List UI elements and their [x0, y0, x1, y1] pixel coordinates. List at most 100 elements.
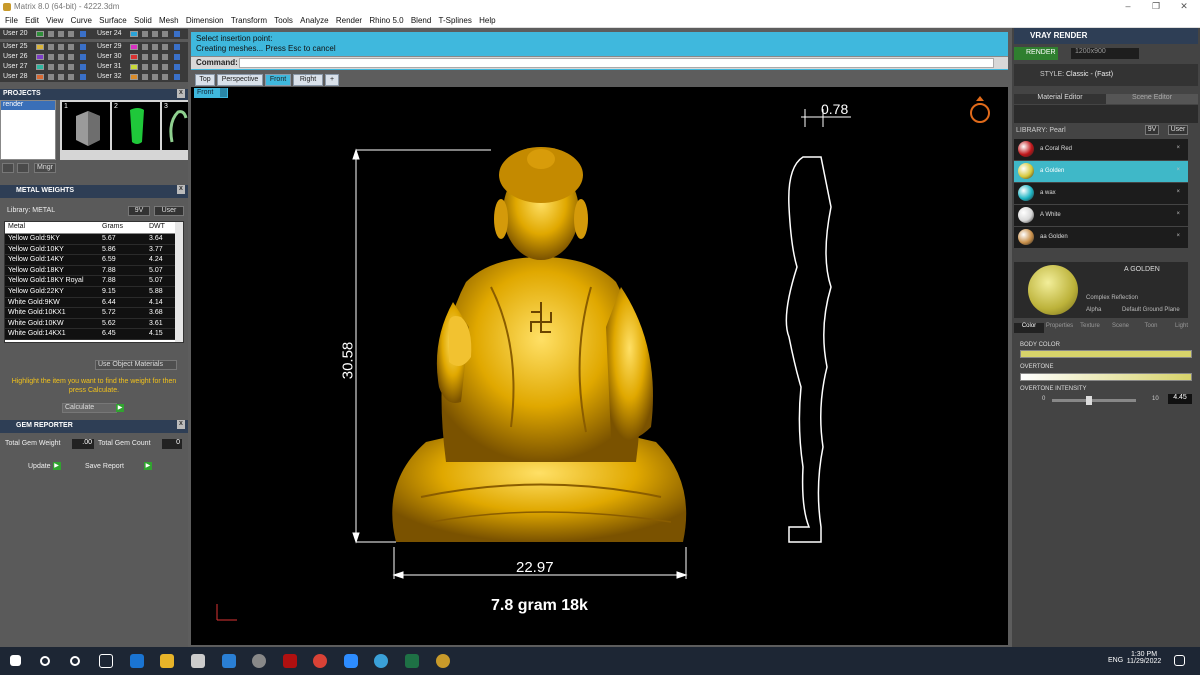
menu-render[interactable]: Render	[336, 16, 362, 25]
table-row[interactable]: Yellow Gold:14KY 6.59 4.24	[5, 255, 175, 266]
menu-tools[interactable]: Tools	[274, 16, 293, 25]
layer-row[interactable]: User 29	[94, 42, 188, 52]
menu-surface[interactable]: Surface	[99, 16, 127, 25]
tab-material-editor[interactable]: Material Editor	[1014, 94, 1106, 104]
table-row[interactable]: Yellow Gold:18KY 7.88 5.07	[5, 265, 175, 277]
zoom-icon[interactable]	[344, 654, 358, 668]
close-icon[interactable]: x	[177, 420, 185, 429]
layer-toggle-icon[interactable]	[142, 44, 148, 50]
excel-icon[interactable]	[405, 654, 419, 668]
buddha-model[interactable]	[392, 147, 687, 542]
close-icon[interactable]: x	[177, 89, 185, 98]
layer-lock-icon[interactable]	[80, 44, 86, 50]
store-icon[interactable]	[191, 654, 205, 668]
edge-icon[interactable]	[130, 654, 144, 668]
menu-curve[interactable]: Curve	[71, 16, 92, 25]
calculate-button[interactable]: Calculate	[62, 403, 117, 413]
tab-scene-editor[interactable]: Scene Editor	[1106, 94, 1198, 104]
layer-toggle-icon[interactable]	[142, 54, 148, 60]
thumbnail-3[interactable]: 3	[162, 102, 188, 150]
intensity-thumb[interactable]	[1086, 396, 1093, 405]
layer-toggle-icon[interactable]	[58, 54, 64, 60]
ground-plane-dropdown[interactable]: Default Ground Plane	[1122, 307, 1180, 313]
browser-icon[interactable]	[374, 654, 388, 668]
table-row[interactable]: Yellow Gold:9KY 5.67 3.64	[5, 234, 175, 245]
menu-blend[interactable]: Blend	[411, 16, 431, 25]
layer-toggle-icon[interactable]	[152, 44, 158, 50]
tab-color[interactable]: Color	[1014, 323, 1044, 333]
windows-start-icon[interactable]	[10, 655, 21, 666]
up-project-button[interactable]	[17, 163, 29, 173]
layer-toggle-icon[interactable]	[68, 64, 74, 70]
layer-lock-icon[interactable]	[174, 74, 180, 80]
menu-dimension[interactable]: Dimension	[186, 16, 224, 25]
layer-toggle-icon[interactable]	[68, 31, 74, 37]
layer-lock-icon[interactable]	[80, 64, 86, 70]
menu-rhino[interactable]: Rhino 5.0	[369, 16, 403, 25]
mail-icon[interactable]	[222, 654, 236, 668]
layer-color-swatch[interactable]	[130, 54, 138, 60]
layer-color-swatch[interactable]	[130, 31, 138, 37]
tab-properties[interactable]: Properties	[1045, 323, 1075, 333]
tab-front[interactable]: Front	[265, 74, 291, 86]
matrix-app-icon[interactable]	[436, 654, 450, 668]
table-row[interactable]: White Gold:10KW 5.62 3.61	[5, 318, 175, 330]
rhino-icon[interactable]	[252, 654, 266, 668]
layer-toggle-icon[interactable]	[58, 31, 64, 37]
ring-icon[interactable]	[970, 96, 990, 123]
layer-toggle-icon[interactable]	[142, 74, 148, 80]
material-item[interactable]: a Coral Red ×	[1014, 139, 1188, 160]
project-item[interactable]: render	[1, 101, 55, 110]
file-explorer-icon[interactable]	[160, 654, 174, 668]
library-9v-button[interactable]: 9V	[128, 206, 150, 216]
remove-material-icon[interactable]: ×	[1176, 167, 1180, 173]
table-row[interactable]: Yellow Gold:22KY 9.15 5.88	[5, 287, 175, 298]
library-user-button[interactable]: User	[1168, 125, 1188, 135]
layer-toggle-icon[interactable]	[48, 44, 54, 50]
intensity-track[interactable]	[1052, 396, 1136, 405]
layer-lock-icon[interactable]	[174, 54, 180, 60]
layer-toggle-icon[interactable]	[68, 44, 74, 50]
layer-toggle-icon[interactable]	[58, 64, 64, 70]
tab-toon[interactable]: Toon	[1136, 323, 1166, 333]
resolution-field[interactable]: 1200x900	[1071, 48, 1139, 59]
calculate-arrow-icon[interactable]: ▶	[116, 404, 124, 412]
library-9v-button[interactable]: 9V	[1145, 125, 1159, 135]
menu-transform[interactable]: Transform	[231, 16, 267, 25]
layer-toggle-icon[interactable]	[48, 54, 54, 60]
chrome-icon[interactable]	[313, 654, 327, 668]
material-item[interactable]: aa Golden ×	[1014, 227, 1188, 248]
layer-row[interactable]: User 26	[0, 52, 94, 62]
remove-material-icon[interactable]: ×	[1176, 145, 1180, 151]
menu-view[interactable]: View	[46, 16, 63, 25]
table-row[interactable]: White Gold:10KX1 5.72 3.68	[5, 308, 175, 319]
table-row[interactable]: White Gold:9KW 6.44 4.14	[5, 297, 175, 309]
task-view-icon[interactable]	[99, 654, 113, 668]
layer-toggle-icon[interactable]	[142, 31, 148, 37]
remove-material-icon[interactable]: ×	[1176, 233, 1180, 239]
layer-toggle-icon[interactable]	[152, 54, 158, 60]
manager-button[interactable]: Mngr	[34, 163, 56, 173]
thumbnail-2[interactable]: 2	[112, 102, 160, 150]
alpha-toggle[interactable]: Alpha	[1086, 307, 1101, 313]
language-indicator[interactable]: ENG	[1108, 657, 1123, 664]
front-viewport[interactable]: 0.78 30.58 22.97 7.8 gram 18k	[191, 87, 1008, 645]
material-item[interactable]: a Golden ×	[1014, 161, 1188, 182]
tab-right[interactable]: Right	[293, 74, 323, 86]
use-object-materials-dropdown[interactable]: Use Object Materials	[95, 360, 177, 370]
close-button[interactable]: ✕	[1174, 1, 1194, 12]
library-user-button[interactable]: User	[154, 206, 184, 216]
command-input[interactable]	[239, 58, 994, 68]
table-row[interactable]: Yellow Gold:10KY 5.86 3.77	[5, 244, 175, 256]
layer-lock-icon[interactable]	[174, 44, 180, 50]
save-report-button[interactable]: Save Report ▶	[85, 462, 152, 470]
table-row[interactable]: Yellow Gold:18KY Royal 7.88 5.07	[5, 276, 175, 287]
menu-solid[interactable]: Solid	[134, 16, 152, 25]
layer-toggle-icon[interactable]	[48, 64, 54, 70]
add-viewport-tab[interactable]: +	[325, 74, 339, 86]
tab-scene[interactable]: Scene	[1106, 323, 1136, 333]
layer-toggle-icon[interactable]	[152, 74, 158, 80]
search-icon[interactable]	[40, 656, 50, 666]
intensity-value[interactable]: 4.45	[1168, 394, 1192, 404]
layer-toggle-icon[interactable]	[152, 31, 158, 37]
